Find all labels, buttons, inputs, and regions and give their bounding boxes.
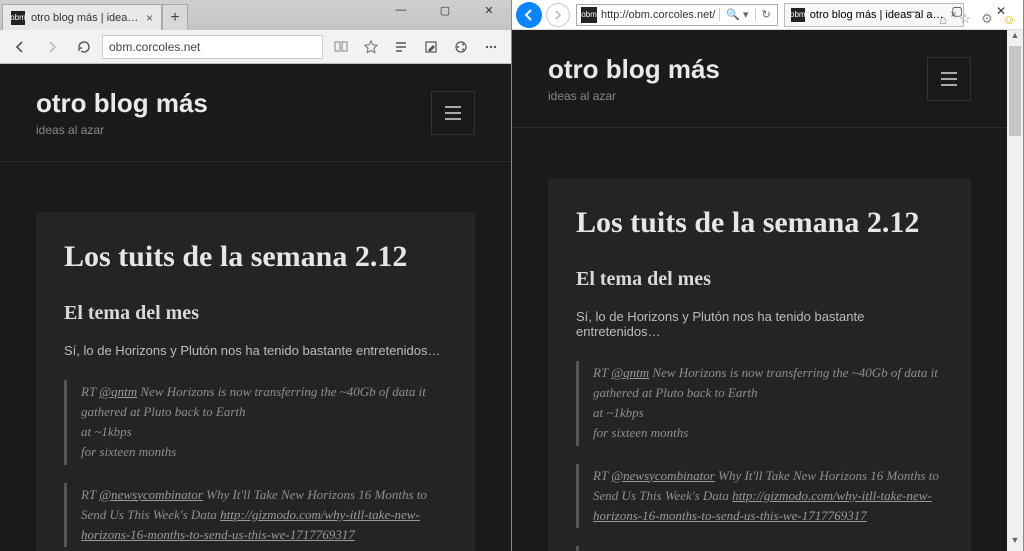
- ie-titlebar: obm http://obm.corcoles.net/ 🔍▾ ↻ obm ot…: [512, 0, 1023, 30]
- site-tagline: ideas al azar: [36, 123, 208, 137]
- edge-window: obm otro blog más | ideas al × + — ▢ ✕ o…: [0, 0, 512, 551]
- site-header: otro blog más ideas al azar: [0, 64, 511, 162]
- favorite-icon[interactable]: [357, 33, 385, 61]
- refresh-button[interactable]: [70, 33, 98, 61]
- minimize-button[interactable]: —: [379, 0, 423, 20]
- close-window-button[interactable]: ✕: [467, 0, 511, 20]
- address-bar[interactable]: obm http://obm.corcoles.net/ 🔍▾ ↻: [576, 4, 778, 26]
- forward-button[interactable]: [38, 33, 66, 61]
- tools-icon[interactable]: ⚙: [979, 11, 995, 27]
- hub-icon[interactable]: [387, 33, 415, 61]
- home-icon[interactable]: ⌂: [935, 11, 951, 27]
- reading-view-icon[interactable]: [327, 33, 355, 61]
- minimize-button[interactable]: —: [891, 0, 935, 22]
- webnote-icon[interactable]: [417, 33, 445, 61]
- post-lead: Sí, lo de Horizons y Plutón nos ha tenid…: [576, 309, 943, 339]
- article: Los tuits de la semana 2.12 El tema del …: [36, 212, 475, 551]
- site-title[interactable]: otro blog más: [548, 54, 720, 85]
- scrollbar[interactable]: ▲ ▼: [1007, 30, 1023, 551]
- scroll-up-icon[interactable]: ▲: [1011, 30, 1020, 46]
- page-content-left: otro blog más ideas al azar Los tuits de…: [0, 64, 511, 551]
- tweet-quote: RT @vruba One more thing. This mission –…: [576, 546, 943, 551]
- window-controls: — ▢ ✕: [379, 0, 511, 20]
- back-button[interactable]: [6, 33, 34, 61]
- menu-button[interactable]: [927, 57, 971, 101]
- tweet-handle[interactable]: @newsycombinator: [99, 487, 203, 502]
- page-content-right: ▲ ▼ otro blog más ideas al azar Los tuit…: [512, 30, 1023, 551]
- edge-tab-title: otro blog más | ideas al: [31, 12, 140, 24]
- new-tab-button[interactable]: +: [162, 4, 188, 30]
- site-tagline: ideas al azar: [548, 89, 720, 103]
- share-icon[interactable]: [447, 33, 475, 61]
- ie-toolbar-icons: ⌂ ☆ ⚙ ☺: [935, 11, 1017, 27]
- scroll-thumb[interactable]: [1009, 46, 1021, 136]
- tweet-quote: RT @newsycombinator Why It'll Take New H…: [576, 464, 943, 528]
- tweet-quote: RT @qntm New Horizons is now transferrin…: [64, 380, 447, 465]
- scroll-down-icon[interactable]: ▼: [1011, 535, 1020, 551]
- favorites-icon[interactable]: ☆: [957, 11, 973, 27]
- back-button[interactable]: [516, 2, 542, 28]
- site-favicon: obm: [11, 11, 25, 25]
- site-favicon: obm: [581, 7, 597, 23]
- address-text: http://obm.corcoles.net/: [601, 9, 719, 21]
- menu-button[interactable]: [431, 91, 475, 135]
- refresh-icon[interactable]: ↻: [755, 8, 777, 21]
- address-text: obm.corcoles.net: [109, 40, 200, 54]
- forward-button[interactable]: [546, 3, 570, 27]
- site-header: otro blog más ideas al azar: [512, 30, 1023, 128]
- tweet-handle[interactable]: @qntm: [611, 365, 649, 380]
- site-favicon: obm: [791, 8, 805, 22]
- post-subhead: El tema del mes: [64, 302, 447, 325]
- maximize-button[interactable]: ▢: [423, 0, 467, 20]
- site-title[interactable]: otro blog más: [36, 88, 208, 119]
- tweet-handle[interactable]: @newsycombinator: [611, 468, 715, 483]
- edge-tab[interactable]: obm otro blog más | ideas al ×: [2, 4, 162, 30]
- feedback-icon[interactable]: ☺: [1001, 11, 1017, 27]
- tweet-quote: RT @qntm New Horizons is now transferrin…: [576, 361, 943, 446]
- address-bar[interactable]: obm.corcoles.net: [102, 35, 323, 59]
- tweet-handle[interactable]: @qntm: [99, 384, 137, 399]
- more-icon[interactable]: [477, 33, 505, 61]
- edge-toolbar: obm.corcoles.net: [0, 30, 511, 64]
- edge-titlebar: obm otro blog más | ideas al × + — ▢ ✕: [0, 0, 511, 30]
- article: Los tuits de la semana 2.12 El tema del …: [548, 178, 971, 551]
- search-segment[interactable]: 🔍▾: [719, 8, 754, 21]
- close-tab-icon[interactable]: ×: [146, 11, 153, 25]
- tweet-quote: RT @newsycombinator Why It'll Take New H…: [64, 483, 447, 547]
- ie-window: obm http://obm.corcoles.net/ 🔍▾ ↻ obm ot…: [512, 0, 1024, 551]
- scroll-track[interactable]: [1007, 46, 1023, 535]
- post-lead: Sí, lo de Horizons y Plutón nos ha tenid…: [64, 343, 447, 358]
- post-title[interactable]: Los tuits de la semana 2.12: [576, 206, 943, 240]
- post-subhead: El tema del mes: [576, 268, 943, 291]
- post-title[interactable]: Los tuits de la semana 2.12: [64, 240, 447, 274]
